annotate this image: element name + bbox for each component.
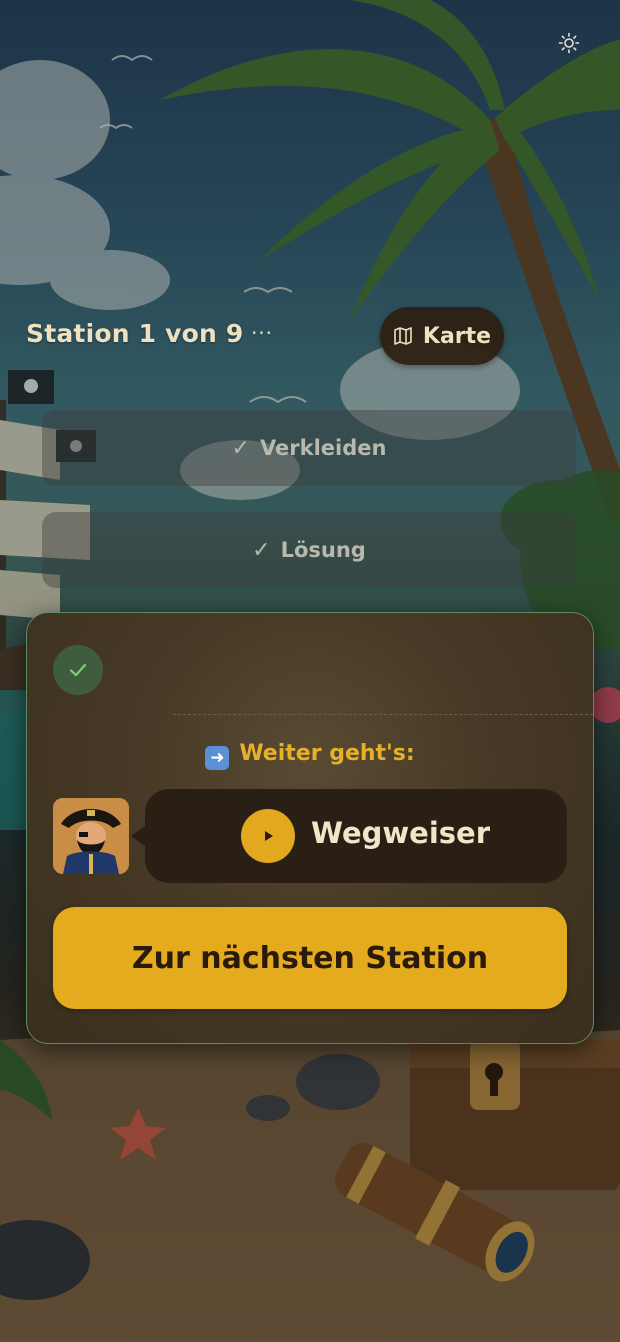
map-icon: [394, 327, 412, 345]
top-bar: [0, 0, 620, 90]
station-title: Station 1 von 9: [26, 319, 244, 348]
sun-icon: [558, 32, 580, 54]
theme-toggle-button[interactable]: [554, 28, 584, 58]
next-station-button[interactable]: Zur nächsten Station: [53, 907, 567, 1009]
map-button[interactable]: Karte: [380, 307, 504, 365]
next-station-card: ➜ Weiter geht's: Wegweiser Zur nächsten S…: [26, 612, 594, 1044]
check-icon: [69, 663, 87, 677]
completed-badge: [53, 645, 103, 695]
pirate-avatar: [53, 798, 129, 874]
audio-guide-player[interactable]: Wegweiser: [131, 789, 567, 883]
divider: [173, 714, 593, 715]
step-label: Verkleiden: [259, 436, 387, 460]
play-button[interactable]: [241, 809, 295, 863]
pirate-illustration: [53, 798, 129, 874]
next-heading-text: Weiter geht's:: [239, 741, 415, 766]
station-header: Station 1 von 9 ··· Karte: [0, 305, 620, 369]
map-button-label: Karte: [422, 323, 492, 349]
next-heading: ➜ Weiter geht's:: [27, 741, 593, 770]
play-icon: [265, 831, 273, 841]
audio-guide-label: Wegweiser: [311, 816, 491, 850]
check-icon: ✓: [252, 537, 271, 563]
step-label: Lösung: [280, 538, 366, 562]
check-icon: ✓: [231, 435, 250, 461]
more-options-button[interactable]: ···: [246, 317, 278, 349]
arrow-right-icon: ➜: [205, 746, 230, 770]
step-verkleiden[interactable]: ✓ Verkleiden: [42, 410, 576, 486]
step-loesung[interactable]: ✓ Lösung: [42, 512, 576, 588]
